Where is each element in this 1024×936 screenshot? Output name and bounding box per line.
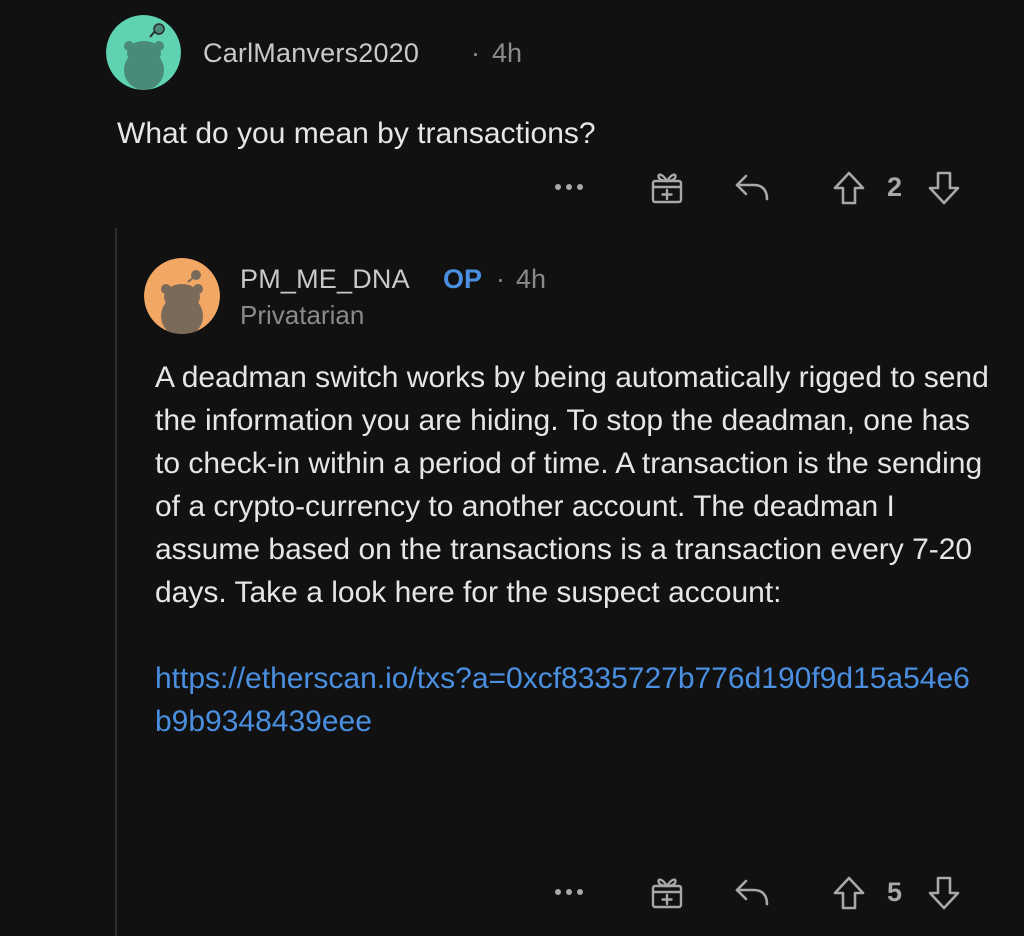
upvote-button[interactable]	[830, 168, 868, 208]
upvote-arrow-icon	[833, 171, 865, 205]
reply-arrow-icon	[735, 174, 769, 201]
comment-body-link[interactable]: https://etherscan.io/txs?a=0xcf8335727b7…	[155, 657, 985, 743]
downvote-button[interactable]	[925, 168, 963, 208]
upvote-arrow-icon	[833, 876, 865, 910]
comment-body: A deadman switch works by being automati…	[155, 356, 995, 743]
vote-count: 5	[887, 877, 903, 907]
comment-body: What do you mean by transactions?	[117, 117, 596, 150]
user-flair: Privatarian	[240, 300, 365, 330]
more-options-button[interactable]	[551, 877, 587, 907]
gift-award-icon	[651, 878, 683, 909]
award-button[interactable]	[648, 872, 686, 912]
downvote-arrow-icon	[928, 876, 960, 910]
avatar[interactable]	[144, 258, 220, 334]
upvote-button[interactable]	[830, 873, 868, 913]
gift-award-icon	[651, 173, 683, 204]
award-button[interactable]	[648, 167, 686, 207]
comment-author[interactable]: PM_ME_DNA	[240, 264, 410, 295]
comment-body-text: A deadman switch works by being automati…	[155, 361, 989, 609]
more-icon	[555, 889, 583, 895]
more-options-button[interactable]	[551, 172, 587, 202]
more-icon	[555, 184, 583, 190]
thread-line[interactable]	[115, 228, 117, 936]
comment-time: 4h	[516, 264, 547, 294]
comment-author[interactable]: CarlManvers2020	[203, 38, 419, 69]
reply-button[interactable]	[733, 875, 771, 909]
reply-arrow-icon	[735, 879, 769, 906]
meta-separator: ·	[496, 264, 505, 294]
downvote-arrow-icon	[928, 171, 960, 205]
vote-count: 2	[887, 172, 903, 202]
avatar[interactable]	[106, 15, 181, 90]
downvote-button[interactable]	[925, 873, 963, 913]
op-badge: OP	[443, 264, 483, 294]
reply-button[interactable]	[733, 170, 771, 204]
comment-time: 4h	[492, 38, 523, 68]
meta-separator: ·	[471, 38, 480, 68]
